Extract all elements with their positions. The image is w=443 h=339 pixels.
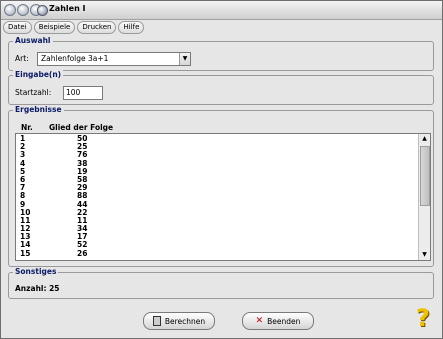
list-item[interactable]: 8 88	[16, 192, 416, 200]
auswahl-group-title: Auswahl	[13, 36, 53, 45]
art-select[interactable]: Zahlenfolge 3a+1 ▼	[37, 52, 191, 66]
sonstiges-group: Sonstiges Anzahl: 25	[8, 267, 434, 299]
startzahl-value: 100	[66, 88, 81, 97]
row-value: 26	[77, 248, 88, 258]
list-item[interactable]: 3 76	[16, 151, 416, 159]
list-item[interactable]: 12 34	[16, 224, 416, 233]
row-nr: 15	[20, 248, 31, 258]
anzahl-text: Anzahl: 25	[15, 284, 60, 293]
beenden-label: Beenden	[267, 316, 301, 326]
scrollbar-thumb[interactable]	[420, 146, 430, 206]
list-item[interactable]: 9 44	[16, 200, 416, 209]
scroll-up-arrow-icon[interactable]: ▲	[419, 134, 430, 144]
app-window: Zahlen I Datei Beispiele Drucken Hilfe A…	[0, 0, 443, 339]
list-item[interactable]: 11 11	[16, 216, 416, 225]
ergebnisse-group: Ergebnisse Nr. Glied der Folge 1 50 2 25 3 76…	[8, 105, 434, 267]
berechnen-label: Berechnen	[164, 316, 206, 326]
list-item[interactable]: 10 22	[16, 208, 416, 217]
ergebnisse-group-title: Ergebnisse	[13, 105, 64, 114]
eingabe-group: Eingabe(n) Startzahl: 100	[8, 70, 434, 105]
menu-hilfe[interactable]: Hilfe	[118, 21, 145, 34]
list-item[interactable]: 5 19	[16, 167, 416, 176]
menu-drucken[interactable]: Drucken	[77, 21, 117, 34]
auswahl-group: Auswahl Art: Zahlenfolge 3a+1 ▼	[8, 36, 434, 71]
results-rows: 1 50 2 25 3 76 4 38 5 19 6 58 7 29 8 88 9 44 10 22 11 11 12 34 1…	[16, 134, 416, 258]
title-bar: Zahlen I	[1, 1, 442, 20]
menu-bar: Datei Beispiele Drucken Hilfe	[3, 21, 145, 34]
startzahl-label: Startzahl:	[15, 88, 52, 97]
list-item[interactable]: 14 52	[16, 241, 416, 249]
chevron-down-icon[interactable]: ▼	[179, 53, 190, 65]
art-select-value: Zahlenfolge 3a+1	[41, 54, 109, 63]
minimize-window-button[interactable]	[17, 4, 29, 16]
list-item[interactable]: 4 38	[16, 159, 416, 168]
list-item[interactable]: 1 50	[16, 134, 416, 143]
column-header-glied: Glied der Folge	[49, 123, 114, 132]
window-title: Zahlen I	[49, 4, 86, 13]
results-scrollbar[interactable]: ▲ ▼	[418, 134, 430, 260]
list-item[interactable]: 13 17	[16, 233, 416, 241]
list-item[interactable]: 15 26	[16, 248, 416, 258]
menu-datei[interactable]: Datei	[3, 21, 32, 34]
calculator-icon	[152, 316, 161, 326]
sonstiges-group-title: Sonstiges	[13, 267, 59, 276]
startzahl-input[interactable]: 100	[63, 86, 103, 100]
eingabe-group-title: Eingabe(n)	[13, 70, 64, 79]
list-item[interactable]: 2 25	[16, 142, 416, 151]
scroll-down-arrow-icon[interactable]: ▼	[419, 250, 430, 260]
help-icon[interactable]: ?	[412, 305, 434, 331]
list-item[interactable]: 7 29	[16, 183, 416, 192]
art-label: Art:	[15, 54, 29, 63]
berechnen-button[interactable]: Berechnen	[143, 312, 215, 330]
close-window-button[interactable]	[4, 4, 16, 16]
list-item[interactable]: 6 58	[16, 175, 416, 184]
beenden-button[interactable]: ✕ Beenden	[242, 312, 314, 330]
results-list[interactable]: 1 50 2 25 3 76 4 38 5 19 6 58 7 29 8 88 9 44 10 22 11 11 12 34 1…	[15, 133, 431, 261]
menu-beispiele[interactable]: Beispiele	[33, 21, 76, 34]
app-icon	[37, 5, 48, 16]
column-header-nr: Nr.	[21, 123, 33, 132]
close-icon: ✕	[255, 315, 264, 326]
